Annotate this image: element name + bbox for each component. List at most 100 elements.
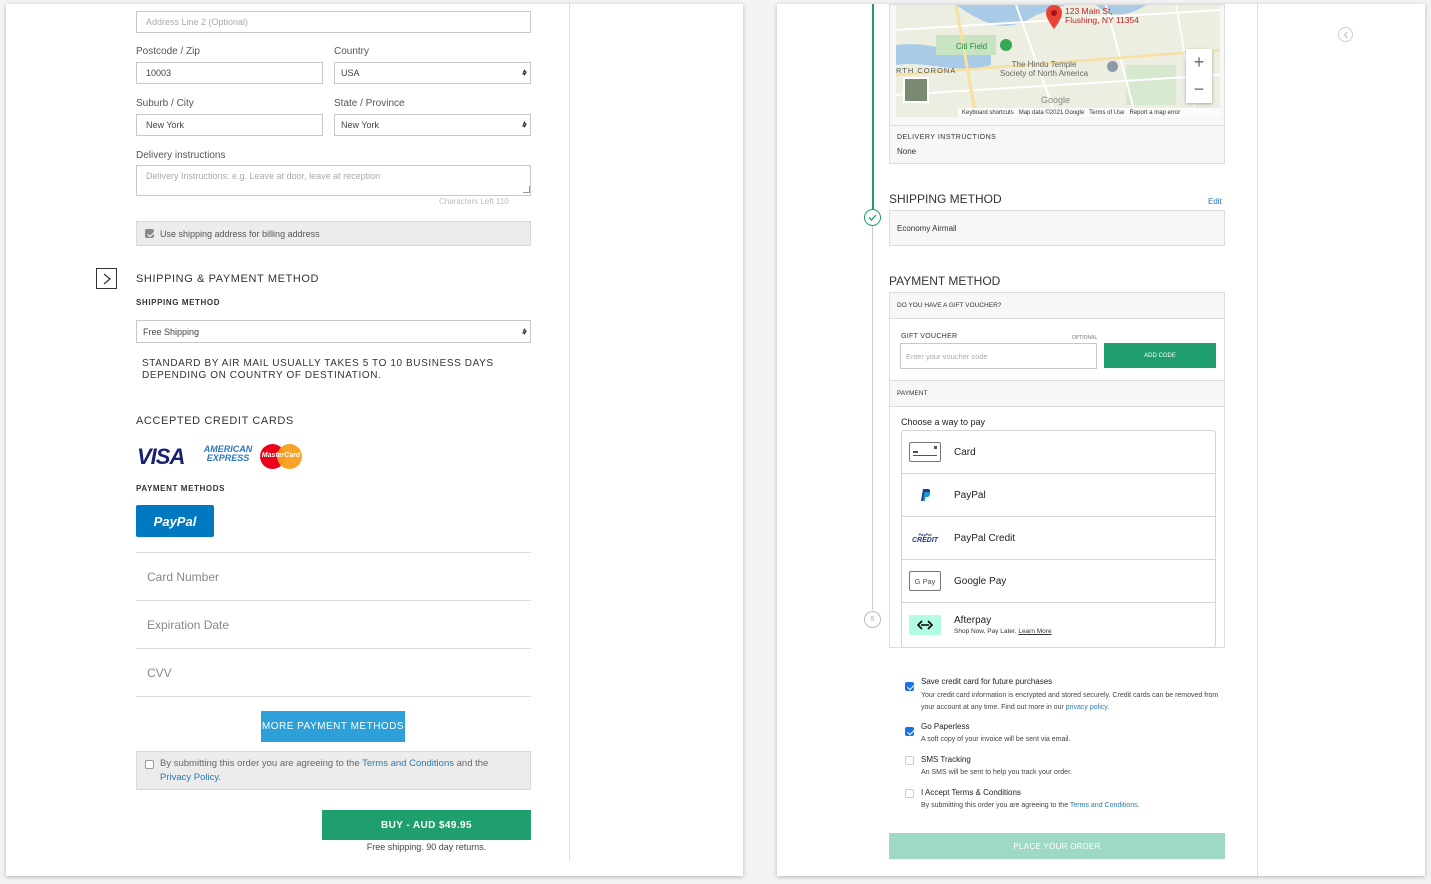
- accept-terms-description: By submitting this order you are agreein…: [921, 802, 1140, 809]
- shipping-method-title: SHIPPING METHOD: [136, 298, 221, 307]
- terms-and-conditions-link[interactable]: Terms and Conditions: [362, 758, 454, 769]
- gift-voucher-optional: OPTIONAL: [1072, 335, 1098, 341]
- buy-button[interactable]: BUY - AUD $49.95: [322, 810, 531, 840]
- add-code-button[interactable]: ADD CODE: [1104, 343, 1216, 368]
- report-map-error-link[interactable]: Report a map error: [1130, 110, 1181, 116]
- billing-address-checkbox[interactable]: [145, 229, 154, 238]
- place-order-button[interactable]: PLACE YOUR ORDER: [889, 833, 1225, 859]
- map-address-label: 123 Main St, Flushing, NY 11354: [1065, 7, 1139, 25]
- accept-terms-checkbox[interactable]: [905, 789, 914, 798]
- afterpay-learn-more-link[interactable]: Learn More: [1018, 628, 1051, 635]
- paypal-button[interactable]: PayPal: [136, 505, 214, 537]
- select-arrows-icon: ▴ ▾: [522, 120, 526, 130]
- shipping-method-card: Economy Airmail: [889, 210, 1225, 246]
- collapse-section-button[interactable]: [96, 268, 117, 289]
- shipping-note: STANDARD BY AIR MAIL USUALLY TAKES 5 TO …: [142, 358, 494, 381]
- shipping-method-select-value: Free Shipping: [143, 326, 200, 337]
- gift-voucher-input[interactable]: Enter your voucher code: [900, 343, 1097, 369]
- accept-terms-desc-text: By submitting this order you are agreein…: [921, 802, 1070, 809]
- country-select[interactable]: USA ▴ ▾: [334, 62, 531, 84]
- delivery-instructions-label: Delivery instructions: [136, 150, 226, 161]
- timeline-line-completed: [872, 4, 874, 210]
- map-temple-line2: Society of North America: [1000, 69, 1089, 78]
- map-temple-line1: The Hindu Temple: [1011, 60, 1077, 69]
- card-number-input[interactable]: Card Number: [136, 553, 531, 601]
- location-pin-icon: [1046, 5, 1062, 29]
- delivery-address-card: 123 Main St, Flushing, NY 11354 Citi Fie…: [889, 4, 1225, 164]
- pay-option-label: Card: [954, 446, 976, 458]
- shipping-payment-section-title: SHIPPING & PAYMENT METHOD: [136, 273, 320, 285]
- map-label-corona: RTH CORONA: [896, 66, 957, 75]
- chevron-right-icon: [103, 273, 111, 284]
- terms-and-conditions-link[interactable]: Terms and Conditions: [1070, 802, 1138, 809]
- city-label: Suburb / City: [136, 98, 194, 109]
- city-input[interactable]: New York: [136, 114, 323, 136]
- privacy-policy-link[interactable]: privacy policy: [1066, 704, 1108, 711]
- sms-tracking-label: SMS Tracking: [921, 755, 971, 764]
- panel-divider: [1257, 4, 1258, 876]
- checkout-form-panel: Address Line 2 (Optional) Postcode / Zip…: [6, 4, 743, 876]
- resize-handle-icon[interactable]: [523, 186, 530, 193]
- address-line2-input[interactable]: Address Line 2 (Optional): [136, 11, 531, 33]
- privacy-policy-link[interactable]: Privacy Policy: [160, 772, 218, 783]
- pay-option-card[interactable]: Card: [902, 431, 1215, 474]
- shipping-method-select[interactable]: Free Shipping ▴ ▾: [136, 320, 531, 343]
- pay-option-paypal-credit[interactable]: PayPal CREDIT PayPal Credit: [902, 517, 1215, 560]
- panel-divider: [569, 4, 570, 860]
- step-number-badge: 5: [864, 611, 881, 628]
- gift-voucher-label: GIFT VOUCHER: [901, 333, 958, 340]
- sms-tracking-checkbox[interactable]: [905, 756, 914, 765]
- save-card-option: Save credit card for future purchases Yo…: [905, 677, 1225, 711]
- save-card-checkbox[interactable]: [905, 682, 914, 691]
- mastercard-logo-text: MasterCard: [261, 452, 301, 459]
- terms-mid: and the: [453, 758, 489, 769]
- sms-tracking-description: An SMS will be sent to help you track yo…: [921, 769, 1072, 776]
- state-select[interactable]: New York ▴ ▾: [334, 114, 531, 136]
- zoom-out-button[interactable]: −: [1186, 76, 1212, 103]
- paperless-checkbox[interactable]: [905, 727, 914, 736]
- gift-voucher-header: DO YOU HAVE A GIFT VOUCHER?: [890, 293, 1224, 319]
- terms-agreement-row: By submitting this order you are agreein…: [136, 751, 531, 790]
- zoom-in-button[interactable]: +: [1186, 49, 1212, 76]
- afterpay-sub: Shop Now, Pay Later.: [954, 628, 1017, 635]
- pay-option-label: PayPal: [954, 489, 986, 501]
- paperless-label: Go Paperless: [921, 722, 970, 731]
- chevron-left-icon: [1343, 31, 1348, 38]
- timeline-line: [872, 226, 873, 610]
- paypal-credit-icon: PayPal CREDIT: [909, 528, 941, 548]
- pay-option-label: Afterpay: [954, 615, 992, 626]
- country-select-value: USA: [341, 68, 360, 78]
- divider: [890, 125, 1224, 126]
- delivery-map[interactable]: 123 Main St, Flushing, NY 11354 Citi Fie…: [896, 5, 1220, 117]
- pay-option-afterpay[interactable]: Afterpay Shop Now, Pay Later. Learn More: [902, 603, 1215, 647]
- billing-address-checkbox-row[interactable]: Use shipping address for billing address: [136, 221, 531, 246]
- payment-method-heading: PAYMENT METHOD: [889, 274, 1001, 288]
- more-payment-methods-button[interactable]: MORE PAYMENT METHODS: [261, 711, 405, 742]
- expiration-date-input[interactable]: Expiration Date: [136, 601, 531, 649]
- credit-card-icon: [909, 442, 941, 462]
- delivery-instructions-textarea[interactable]: Delivery Instructions: e.g. Leave at doo…: [136, 165, 531, 196]
- map-terms-link[interactable]: Terms of Use: [1089, 110, 1124, 116]
- map-type-thumbnail[interactable]: [903, 77, 929, 103]
- shipping-method-heading: SHIPPING METHOD: [889, 192, 1002, 206]
- cvv-input[interactable]: CVV: [136, 649, 531, 697]
- map-data-text: Map data ©2021 Google: [1018, 109, 1085, 116]
- afterpay-subtext: Shop Now, Pay Later. Learn More: [954, 628, 1052, 635]
- gift-voucher-question: DO YOU HAVE A GIFT VOUCHER?: [897, 302, 1002, 309]
- scroll-left-button[interactable]: [1338, 27, 1353, 42]
- terms-agreement-checkbox[interactable]: [145, 760, 154, 769]
- shipping-method-value: Economy Airmail: [897, 224, 957, 233]
- shipping-edit-link[interactable]: Edit: [1208, 197, 1222, 206]
- save-card-desc-end: .: [1107, 704, 1110, 711]
- pay-option-google-pay[interactable]: G Pay Google Pay: [902, 560, 1215, 603]
- map-zoom-controls: + −: [1186, 49, 1212, 103]
- terms-agreement-text: By submitting this order you are agreein…: [160, 757, 520, 785]
- map-label-temple: The Hindu Temple Society of North Americ…: [1000, 60, 1088, 78]
- keyboard-shortcuts-link[interactable]: Keyboard shortcuts: [962, 110, 1014, 116]
- pay-option-paypal[interactable]: PayPal: [902, 474, 1215, 517]
- payment-title: PAYMENT: [897, 390, 928, 397]
- afterpay-text: Afterpay Shop Now, Pay Later. Learn More: [954, 615, 1052, 635]
- postcode-input[interactable]: 10003: [136, 62, 323, 84]
- payment-options-list: Card PayPal PayPal CREDIT PayPal Credit …: [901, 430, 1216, 648]
- place-of-worship-icon: [1107, 61, 1118, 72]
